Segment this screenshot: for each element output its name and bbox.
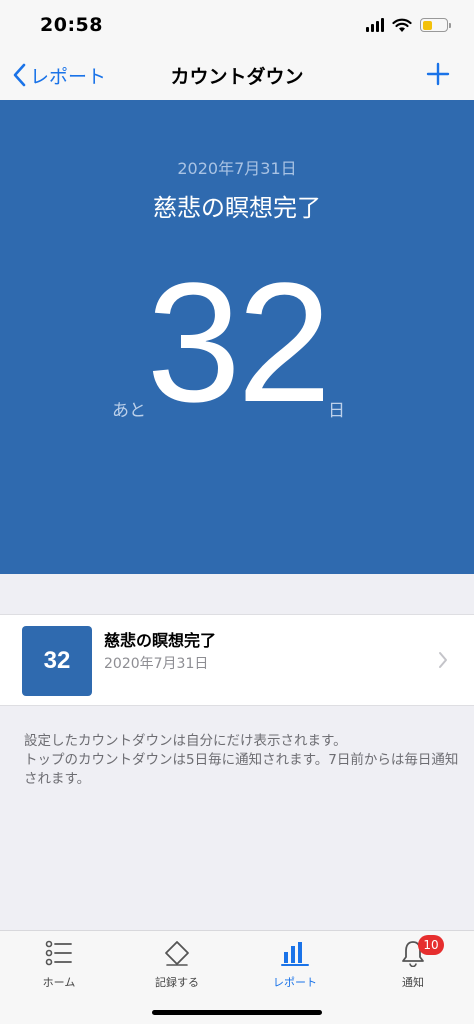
status-bar: 20:58 [0, 0, 474, 50]
countdown-list-item[interactable]: 32 慈悲の瞑想完了 2020年7月31日 [0, 614, 474, 706]
tab-home[interactable]: ホーム [0, 937, 118, 993]
tab-report[interactable]: レポート [236, 937, 354, 993]
tab-bar: ホーム 記録する レポート 10 通知 [0, 930, 474, 1024]
hero-title: 慈悲の瞑想完了 [153, 194, 321, 222]
tab-label: 記録する [155, 976, 199, 989]
status-icons [366, 16, 451, 34]
item-title: 慈悲の瞑想完了 [104, 631, 217, 650]
item-date: 2020年7月31日 [104, 656, 209, 672]
chevron-right-icon [439, 652, 447, 668]
hero-date: 2020年7月31日 [177, 159, 297, 178]
tab-label: ホーム [42, 976, 76, 989]
bar-chart-icon [281, 942, 309, 966]
add-button[interactable] [426, 62, 450, 90]
tab-record[interactable]: 記録する [118, 937, 236, 993]
tab-label: レポート [273, 976, 317, 989]
hero-count: あと 32 日 [0, 258, 474, 428]
home-indicator [152, 1010, 322, 1015]
hero-prefix: あと [112, 401, 146, 421]
battery-icon [420, 18, 451, 32]
page-title: カウントダウン [170, 66, 304, 88]
note-line: 設定したカウントダウンは自分にだけ表示されます。 [24, 733, 347, 749]
tab-notifications[interactable]: 10 通知 [354, 935, 472, 993]
tag-icon [165, 941, 189, 966]
countdown-hero: 2020年7月31日 慈悲の瞑想完了 あと 32 日 [0, 100, 474, 574]
notes: 設定したカウントダウンは自分にだけ表示されます。 トップのカウントダウンは5日毎… [24, 732, 464, 789]
status-time: 20:58 [40, 14, 103, 36]
note-line: トップのカウントダウンは5日毎に通知されます。7日前からは毎日通知されます。 [24, 752, 459, 787]
signal-icon [366, 18, 384, 32]
plus-icon [426, 62, 450, 86]
list-icon [45, 940, 72, 966]
wifi-icon [392, 18, 412, 32]
hero-number: 32 [146, 248, 331, 438]
notification-badge: 10 [418, 935, 444, 955]
tab-label: 通知 [402, 976, 424, 989]
hero-suffix: 日 [328, 401, 345, 421]
nav-bar: レポート カウントダウン [0, 50, 474, 100]
countdown-badge: 32 [22, 626, 92, 696]
